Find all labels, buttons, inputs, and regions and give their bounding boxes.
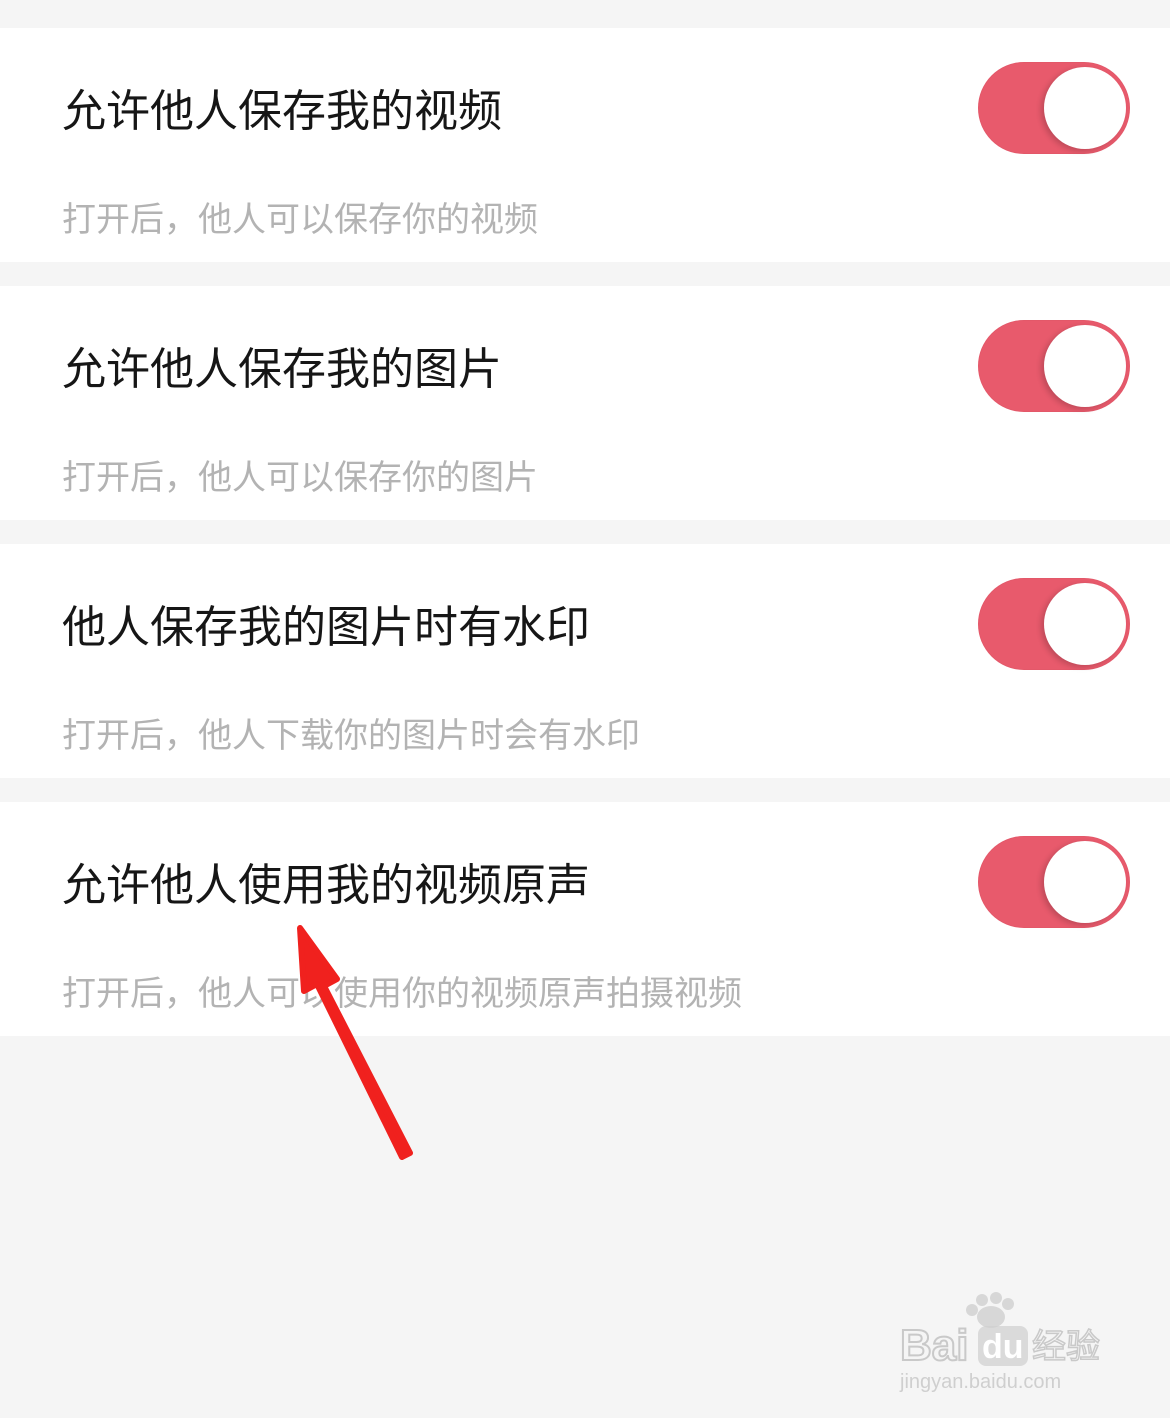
- svg-text:Bai: Bai: [900, 1321, 968, 1370]
- setting-title: 允许他人使用我的视频原声: [62, 860, 590, 911]
- setting-title: 他人保存我的图片时有水印: [62, 602, 590, 653]
- image-watermark-toggle[interactable]: [978, 578, 1130, 670]
- setting-description: 打开后，他人可以保存你的视频: [62, 200, 538, 240]
- setting-title: 允许他人保存我的视频: [62, 86, 502, 137]
- save-video-toggle[interactable]: [978, 62, 1130, 154]
- svg-text:jingyan.baidu.com: jingyan.baidu.com: [899, 1371, 1061, 1393]
- toggle-knob: [1044, 325, 1126, 407]
- setting-description: 打开后，他人下载你的图片时会有水印: [62, 716, 640, 756]
- setting-card-original-sound: 允许他人使用我的视频原声 打开后，他人可以使用你的视频原声拍摄视频: [0, 802, 1170, 1036]
- setting-description: 打开后，他人可以使用你的视频原声拍摄视频: [62, 974, 742, 1014]
- baidu-watermark-logo: Bai du 经验 jingyan.baidu.com: [899, 1292, 1101, 1393]
- setting-card-save-image: 允许他人保存我的图片 打开后，他人可以保存你的图片: [0, 286, 1170, 520]
- toggle-knob: [1044, 841, 1126, 923]
- original-sound-toggle[interactable]: [978, 836, 1130, 928]
- setting-title: 允许他人保存我的图片: [62, 344, 502, 395]
- save-image-toggle[interactable]: [978, 320, 1130, 412]
- toggle-knob: [1044, 67, 1126, 149]
- toggle-knob: [1044, 583, 1126, 665]
- setting-card-image-watermark: 他人保存我的图片时有水印 打开后，他人下载你的图片时会有水印: [0, 544, 1170, 778]
- svg-text:经验: 经验: [1032, 1327, 1100, 1367]
- svg-text:du: du: [982, 1328, 1024, 1366]
- setting-description: 打开后，他人可以保存你的图片: [62, 458, 538, 498]
- setting-card-save-video: 允许他人保存我的视频 打开后，他人可以保存你的视频: [0, 28, 1170, 262]
